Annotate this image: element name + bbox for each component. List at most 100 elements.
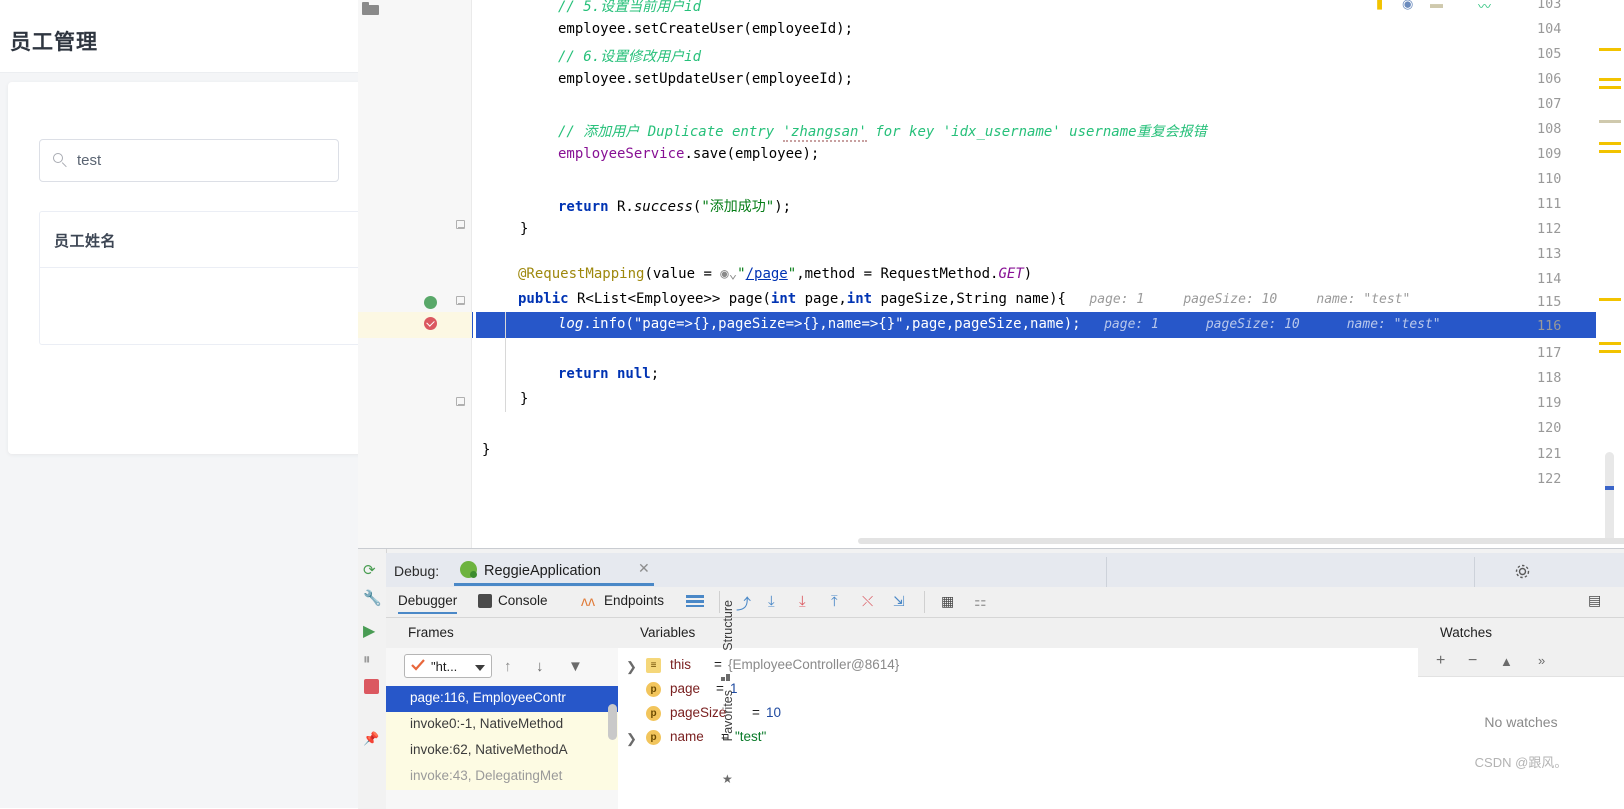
console-icon	[478, 594, 492, 608]
watermark: CSDN @跟风。	[1474, 755, 1568, 770]
variables-header: Variables	[618, 618, 1419, 649]
warning-marker[interactable]	[1599, 48, 1621, 51]
code-line-112: }	[520, 221, 529, 237]
tab-debugger[interactable]: Debugger	[398, 593, 458, 614]
expand-chevron-icon[interactable]: ❯	[626, 731, 637, 747]
code-line-109: employeeService.save(employee);	[558, 146, 820, 162]
endpoints-icon: ʌʌ	[581, 593, 595, 609]
warning-marker[interactable]	[1599, 142, 1621, 145]
variable-row[interactable]: ❯ p name = "test"	[618, 726, 1418, 750]
fold-marker-icon[interactable]	[456, 220, 465, 229]
restore-layout-icon[interactable]: ▤	[1588, 592, 1601, 609]
pause-program-icon[interactable]: ⏸	[363, 651, 381, 669]
browser-pane: 员工管理 test 员工姓名	[0, 0, 358, 808]
tab-endpoints[interactable]: Endpoints	[604, 593, 664, 608]
frame-item[interactable]: page:116, EmployeeContr	[386, 686, 618, 712]
editor-vertical-scrollbar[interactable]	[1605, 452, 1614, 544]
search-input[interactable]: test	[39, 139, 339, 182]
watches-header: Watches	[1418, 618, 1624, 649]
warning-marker[interactable]	[1599, 342, 1621, 345]
variable-row[interactable]: p pageSize = 10	[618, 702, 1418, 726]
step-into-icon[interactable]: ⤓	[768, 593, 775, 610]
move-up-icon[interactable]: ▲	[1500, 654, 1513, 669]
debug-session-name: ReggieApplication	[484, 563, 601, 579]
frame-up-icon[interactable]: ↑	[504, 658, 512, 675]
fold-marker-icon[interactable]	[456, 296, 465, 305]
frames-panel[interactable]: "ht... ↑ ↓ ▼ page:116, EmployeeContr inv…	[386, 648, 619, 809]
warning-marker[interactable]	[1599, 150, 1621, 153]
close-icon[interactable]: ✕	[638, 561, 651, 575]
warning-marker[interactable]	[1599, 86, 1621, 89]
run-to-cursor-icon[interactable]: ⇲	[893, 593, 905, 610]
inspection-status-icon[interactable]: ▮	[1376, 0, 1383, 12]
table-header-divider	[40, 267, 358, 268]
step-over-icon[interactable]: ⤴	[736, 593, 751, 614]
ide-window: 103 104 105 106 107 108 109 110 111 112 …	[358, 0, 1624, 809]
stop-program-icon[interactable]	[364, 679, 379, 694]
equals-sign: =	[714, 657, 722, 672]
variable-row[interactable]: ❯ ≡ this = {EmployeeController@8614}	[618, 654, 1418, 678]
variable-name: page	[670, 681, 701, 696]
screen: 员工管理 test 员工姓名 103 104 105 106 107 108 1…	[0, 0, 1624, 809]
editor-horizontal-scrollbar[interactable]	[858, 538, 1624, 544]
structure-icon	[721, 672, 731, 682]
tool-window-structure[interactable]: Structure	[721, 600, 735, 651]
pin-icon[interactable]: 📌	[363, 731, 381, 749]
mute-breakpoints-icon[interactable]: ⚏	[974, 593, 987, 610]
settings-wrench-icon[interactable]: 🔧	[363, 589, 382, 607]
run-method-icon[interactable]	[424, 296, 437, 309]
variables-panel[interactable]: ❯ ≡ this = {EmployeeController@8614} p p…	[618, 648, 1419, 809]
remove-watch-icon[interactable]: −	[1468, 652, 1477, 670]
equals-sign: =	[752, 705, 760, 720]
rerun-icon[interactable]: ⟳	[363, 561, 381, 579]
debug-label: Debug:	[394, 563, 440, 579]
check-icon	[411, 659, 425, 672]
object-icon: ≡	[646, 658, 661, 673]
code-line-106: employee.setUpdateUser(employeeId);	[558, 71, 854, 87]
step-out-icon[interactable]: ⤒	[831, 593, 838, 610]
code-editor[interactable]: 103 104 105 106 107 108 109 110 111 112 …	[358, 0, 1624, 548]
tool-window-favorites[interactable]: Favorites	[721, 690, 735, 741]
line-number-gutter	[358, 0, 472, 548]
warning-marker[interactable]	[1599, 298, 1621, 301]
filter-icon[interactable]: ▼	[568, 658, 583, 675]
debug-toolbar: Debugger Console ʌʌ Endpoints ⤴ ⤓ ⤓ ⤒ ⤬ …	[386, 587, 1624, 618]
chevron-down-icon	[475, 665, 485, 671]
info-marker[interactable]	[1599, 120, 1621, 123]
tab-console[interactable]: Console	[498, 593, 548, 608]
code-line-108: // 添加用户 Duplicate entry 'zhangsan' for k…	[558, 124, 1207, 142]
thread-selector[interactable]: "ht...	[404, 654, 492, 678]
search-icon	[53, 153, 68, 168]
warning-marker[interactable]	[1599, 350, 1621, 353]
breakpoint-icon[interactable]	[424, 317, 437, 330]
layout-settings-icon[interactable]	[686, 595, 704, 607]
drop-frame-icon[interactable]: ⤬	[862, 593, 873, 610]
variable-name: pageSize	[670, 705, 727, 720]
add-watch-icon[interactable]: +	[1436, 652, 1445, 670]
frame-item[interactable]: invoke0:-1, NativeMethod	[386, 712, 618, 738]
frame-down-icon[interactable]: ↓	[536, 658, 544, 675]
debug-left-rail: ⟳ 🔧 ▶ ⏸ 📌	[358, 549, 387, 809]
force-step-into-icon[interactable]: ⤓	[799, 593, 806, 610]
frame-item[interactable]: invoke:43, DelegatingMet	[386, 764, 618, 790]
evaluate-expression-icon[interactable]: ▦	[941, 593, 954, 610]
table-column-header: 员工姓名	[54, 233, 117, 250]
warning-marker[interactable]	[1599, 78, 1621, 81]
inspection-info-icon[interactable]: ▬	[1430, 0, 1443, 11]
code-line-103: // 5.设置当前用户id	[558, 0, 702, 15]
search-input-value: test	[77, 152, 102, 169]
variable-row[interactable]: p page = 1	[618, 678, 1418, 702]
expand-chevron-icon[interactable]: ❯	[626, 659, 637, 675]
frame-item[interactable]: invoke:62, NativeMethodA	[386, 738, 618, 764]
inspection-gear-icon[interactable]: ◉	[1402, 0, 1413, 12]
more-options-icon[interactable]: »	[1538, 653, 1545, 668]
fold-marker-icon[interactable]	[456, 397, 465, 406]
frames-scrollbar[interactable]	[608, 704, 617, 740]
variable-value: 10	[766, 705, 782, 720]
inspection-ok-icon[interactable]: 〰	[1478, 0, 1491, 15]
resume-program-icon[interactable]: ▶	[363, 621, 381, 640]
gear-icon[interactable]	[1514, 563, 1531, 580]
watches-panel[interactable]: + − ▲ » No watches CSDN @跟风。	[1418, 648, 1624, 809]
spring-boot-icon	[460, 561, 477, 578]
code-line-111: return R.success("添加成功");	[558, 199, 792, 215]
